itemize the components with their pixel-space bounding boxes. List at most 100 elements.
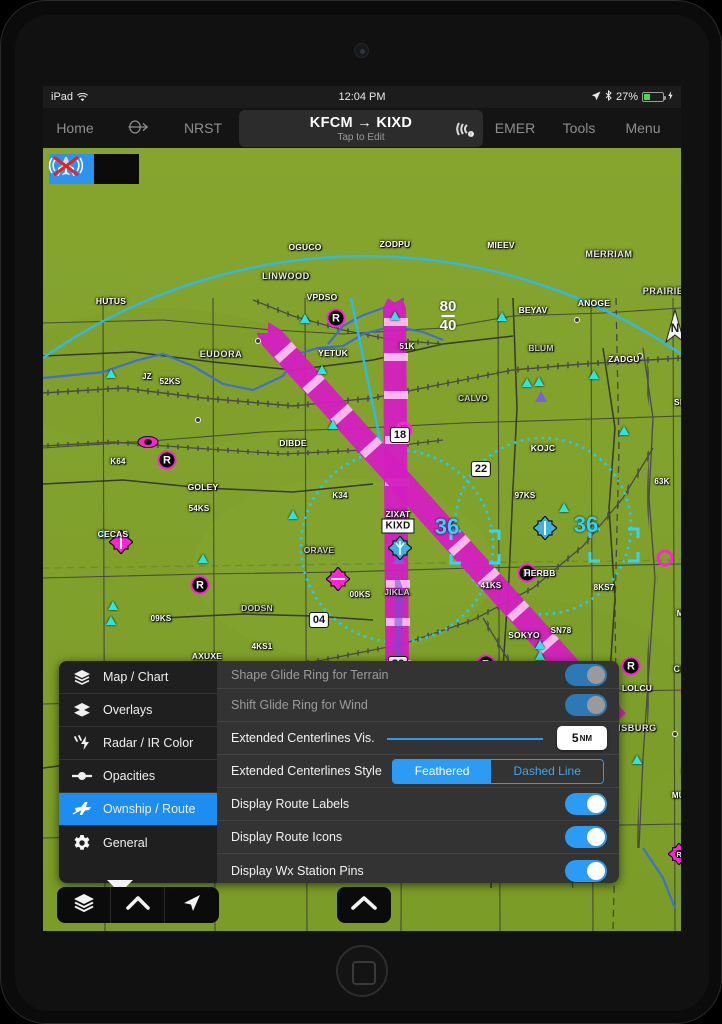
airspace-ceiling: 80 [439, 298, 457, 315]
map-label: DODSN [241, 603, 273, 613]
centerline-style-segmented[interactable]: Feathered Dashed Line [391, 758, 604, 784]
map-label: GOLEY [187, 482, 219, 492]
restricted-airport-symbol[interactable]: R [326, 308, 346, 328]
sidebar-item-map-chart[interactable]: Map / Chart [59, 661, 217, 694]
waypoint-triangle [559, 503, 569, 512]
chevron-up-icon [125, 895, 150, 916]
setting-label: Extended Centerlines Style [231, 764, 382, 778]
map-label: HUTUS [95, 296, 127, 306]
airspace-altitude: 80 40 [440, 298, 457, 334]
waypoint-triangle [300, 314, 310, 323]
town-marker [195, 417, 201, 423]
airport-symbol[interactable] [388, 536, 412, 560]
airport-symbol[interactable] [533, 516, 557, 540]
setting-toggle[interactable] [565, 793, 607, 815]
map-label: YETUK [318, 348, 348, 358]
map-label: 51K [399, 342, 415, 351]
restricted-airport-symbol[interactable]: R [157, 450, 177, 470]
sidebar-item-general[interactable]: General [59, 826, 217, 859]
panel-expand-button[interactable] [111, 887, 165, 923]
nav-direct-to[interactable] [107, 119, 171, 137]
map-label: MERRIAM [585, 249, 633, 259]
app-nav-bar: Home NRST KFCM → KIXD Tap to Edit ! EMER… [43, 108, 681, 148]
lightning-icon [71, 735, 93, 751]
airport-symbol[interactable] [326, 567, 350, 591]
setting-label: Display Route Labels [231, 797, 350, 811]
sidebar-item-ownship-route[interactable]: Ownship / Route [59, 793, 217, 826]
setting-toggle[interactable] [565, 859, 607, 882]
setting-row-display-wx-station-pins[interactable]: Display Wx Station Pins [217, 854, 619, 883]
nav-nrst[interactable]: NRST [171, 120, 235, 136]
nav-emer[interactable]: EMER [483, 120, 547, 136]
sidebar-item-overlays[interactable]: Overlays [59, 694, 217, 727]
setting-row-shape-glide-ring[interactable]: Shape Glide Ring for Terrain [217, 661, 619, 689]
home-button[interactable] [336, 945, 388, 997]
slider-value: 5 [571, 731, 579, 745]
restricted-airport-symbol[interactable]: R [190, 575, 210, 595]
airport-ident-box: KIXD [381, 518, 415, 534]
setting-label: Display Wx Station Pins [231, 863, 364, 878]
status-right: 27% [591, 89, 673, 104]
runway-number-box: 18 [389, 427, 411, 443]
private-airport-symbol[interactable] [137, 435, 159, 455]
nav-home[interactable]: Home [43, 120, 107, 136]
route-editor-button[interactable]: KFCM → KIXD Tap to Edit ! [239, 110, 483, 147]
map-label: VPDSO [306, 292, 338, 302]
setting-row-shift-glide-ring[interactable]: Shift Glide Ring for Wind [217, 689, 619, 722]
slider-dot-icon [71, 770, 93, 782]
map-label: 09KS [150, 614, 172, 623]
setting-toggle[interactable] [565, 663, 607, 686]
signal-strength-icon[interactable]: ! [455, 119, 475, 144]
map-label: DIBDE [279, 438, 307, 448]
layers-icon [71, 669, 93, 685]
airport-symbol[interactable]: R [668, 843, 681, 865]
center-ownship-button[interactable] [165, 887, 219, 923]
map-label: 54KS [188, 504, 210, 513]
town-marker [574, 317, 580, 323]
setting-row-extended-centerlines-vis[interactable]: Extended Centerlines Vis. 5 NM [217, 722, 619, 755]
sidebar-label: General [103, 835, 148, 850]
ground-station-badge[interactable] [53, 154, 139, 184]
settings-content[interactable]: Shape Glide Ring for Terrain Shift Glide… [217, 661, 619, 883]
map-label: LINWOOD [262, 271, 310, 281]
gear-icon [71, 834, 93, 852]
restricted-airport-symbol[interactable]: R [621, 656, 641, 676]
sidebar-label: Opacities [103, 769, 156, 783]
bottom-panel-button[interactable] [337, 887, 391, 923]
map-label: SOKYO [508, 630, 540, 640]
settings-sidebar: Map / Chart Overlays Radar / IR Color Op… [59, 661, 217, 883]
route-subtitle: Tap to Edit [337, 131, 385, 143]
waypoint-triangle [198, 554, 208, 563]
map-layers-button[interactable] [57, 887, 111, 923]
map-label: CECAS [97, 529, 129, 539]
runway-heading-label: 36 [573, 512, 599, 537]
status-time: 12:04 PM [338, 91, 386, 103]
slider-thumb[interactable]: 5 NM [557, 726, 607, 750]
map-label: 41KS [480, 581, 502, 590]
setting-toggle[interactable] [565, 694, 607, 716]
setting-row-display-route-icons[interactable]: Display Route Icons [217, 821, 619, 854]
slider-track [386, 738, 543, 740]
centerline-vis-slider[interactable]: 5 NM [381, 722, 607, 754]
setting-row-extended-centerlines-style[interactable]: Extended Centerlines Style Feathered Das… [217, 755, 619, 788]
map-label: MU62 [671, 791, 681, 800]
map-label: K34 [332, 491, 348, 500]
map-label: 4KS1 [251, 642, 273, 651]
map-label: SN78 [550, 626, 572, 635]
nav-tools[interactable]: Tools [547, 120, 611, 136]
direct-to-icon [127, 119, 151, 137]
segment-feathered[interactable]: Feathered [392, 759, 492, 783]
waypoint-triangle [288, 510, 298, 519]
airport-circle-symbol[interactable] [656, 549, 674, 567]
nav-menu[interactable]: Menu [611, 120, 675, 136]
sidebar-item-radar-ir-color[interactable]: Radar / IR Color [59, 727, 217, 760]
map-label: ANOGE [577, 298, 611, 308]
setting-toggle[interactable] [565, 826, 607, 848]
setting-row-display-route-labels[interactable]: Display Route Labels [217, 788, 619, 821]
map-settings-panel: Map / Chart Overlays Radar / IR Color Op… [59, 661, 619, 883]
sidebar-item-opacities[interactable]: Opacities [59, 760, 217, 793]
map-label: MO98 [676, 609, 681, 618]
segment-dashed-line[interactable]: Dashed Line [491, 759, 603, 783]
town-marker [255, 338, 261, 344]
setting-label: Shape Glide Ring for Terrain [231, 667, 389, 682]
